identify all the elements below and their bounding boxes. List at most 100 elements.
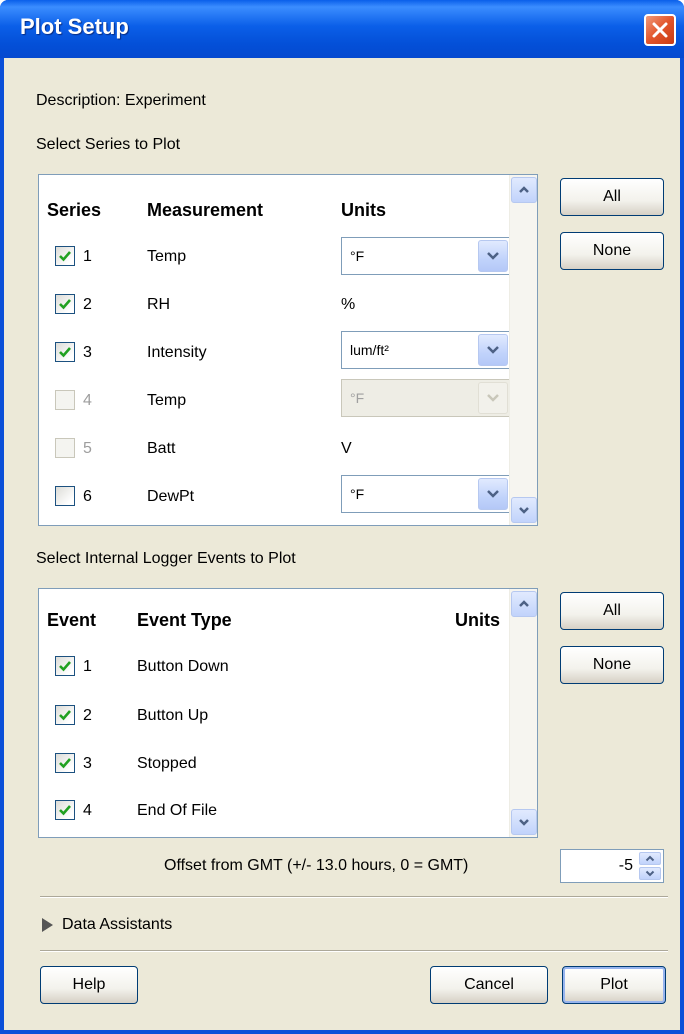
spin-up-button[interactable] [639,852,661,865]
event-number: 1 [83,658,92,675]
units-dropdown-series-4: °F [341,379,511,417]
event-column-header: Event [47,610,97,630]
event-number: 3 [83,755,92,772]
series-1-checkbox[interactable] [55,246,75,266]
scroll-down-button[interactable] [511,497,537,523]
chevron-down-icon [519,819,529,826]
units-column-header: Units [341,200,386,220]
series-4-checkbox [55,390,75,410]
chevron-down-icon [487,346,499,354]
scroll-up-button[interactable] [511,591,537,617]
measurement-name: Temp [147,392,187,409]
event-units-column-header: Units [455,610,500,630]
data-assistants-toggle[interactable]: Data Assistants [40,914,172,936]
events-section-heading: Select Internal Logger Events to Plot [36,550,296,567]
event-4-checkbox[interactable] [55,800,75,820]
event-1-checkbox[interactable] [55,656,75,676]
plot-setup-dialog: Plot Setup Description: Experiment Selec… [0,0,684,1034]
chevron-down-icon [487,252,499,260]
series-number: 1 [83,248,92,265]
series-6-checkbox[interactable] [55,486,75,506]
units-value: V [341,440,352,457]
event-type-column-header: Event Type [137,610,232,630]
units-value: °F [350,486,365,502]
checkmark-icon [59,805,71,816]
event-type: End Of File [137,802,218,819]
series-section-heading: Select Series to Plot [36,136,181,153]
event-number: 4 [83,802,92,819]
checkmark-icon [59,299,71,310]
close-button[interactable] [644,14,676,46]
dropdown-arrow[interactable] [478,240,508,272]
units-dropdown-series-3[interactable]: lum/ft² [341,331,511,369]
chevron-up-icon [519,600,529,607]
scroll-down-button[interactable] [511,809,537,835]
events-scrollbar[interactable] [509,589,537,837]
checkmark-icon [59,347,71,358]
event-3-checkbox[interactable] [55,753,75,773]
dropdown-arrow [478,382,508,414]
checkmark-icon [59,661,71,672]
data-assistants-label: Data Assistants [62,916,173,933]
series-none-button[interactable]: None [560,232,664,270]
chevron-up-icon [519,186,529,193]
event-type: Button Up [137,707,209,724]
gmt-offset-label: Offset from GMT (+/- 13.0 hours, 0 = GMT… [164,857,469,874]
series-list[interactable]: Series Measurement Units 1 Temp °F 2 RH [38,174,538,526]
event-2-checkbox[interactable] [55,705,75,725]
series-number: 4 [83,392,92,409]
measurement-name: Temp [147,248,187,265]
units-value: °F [350,248,365,264]
scroll-up-button[interactable] [511,177,537,203]
separator [40,896,668,898]
title-bar[interactable]: Plot Setup [0,0,684,58]
units-value: lum/ft² [350,342,389,358]
dropdown-arrow[interactable] [478,334,508,366]
chevron-down-icon [645,870,655,877]
checkmark-icon [59,758,71,769]
measurement-name: Intensity [147,344,207,361]
measurement-name: Batt [147,440,176,457]
series-number: 5 [83,440,92,457]
plot-button[interactable]: Plot [562,966,666,1004]
units-dropdown-series-1[interactable]: °F [341,237,511,275]
series-scrollbar[interactable] [509,175,537,525]
help-button[interactable]: Help [40,966,138,1004]
event-type: Button Down [137,658,229,675]
measurement-column-header: Measurement [147,200,264,220]
close-icon [652,22,668,38]
chevron-down-icon [487,490,499,498]
series-column-header: Series [47,200,102,220]
series-all-button[interactable]: All [560,178,664,216]
dropdown-arrow[interactable] [478,478,508,510]
series-number: 3 [83,344,92,361]
description-label: Description: Experiment [36,92,206,109]
event-number: 2 [83,707,92,724]
events-list[interactable]: Event Event Type Units 1 Button Down 2 B… [38,588,538,838]
series-number: 2 [83,296,92,313]
checkmark-icon [59,251,71,262]
events-all-button[interactable]: All [560,592,664,630]
chevron-down-icon [519,507,529,514]
units-value: °F [350,390,365,406]
chevron-down-icon [487,394,499,402]
units-dropdown-series-6[interactable]: °F [341,475,511,513]
series-5-checkbox [55,438,75,458]
series-number: 6 [83,488,92,505]
events-none-button[interactable]: None [560,646,664,684]
event-type: Stopped [137,755,197,772]
window-title: Plot Setup [20,14,129,39]
gmt-offset-spinner[interactable]: -5 [560,849,664,883]
gmt-offset-value[interactable]: -5 [619,857,633,875]
cancel-button[interactable]: Cancel [430,966,548,1004]
series-2-checkbox[interactable] [55,294,75,314]
expand-triangle-icon [42,918,53,932]
measurement-name: RH [147,296,171,313]
chevron-up-icon [645,855,655,862]
separator [40,950,668,952]
spinner-buttons [639,852,661,880]
series-3-checkbox[interactable] [55,342,75,362]
units-value: % [341,296,356,313]
measurement-name: DewPt [147,488,195,505]
spin-down-button[interactable] [639,867,661,880]
